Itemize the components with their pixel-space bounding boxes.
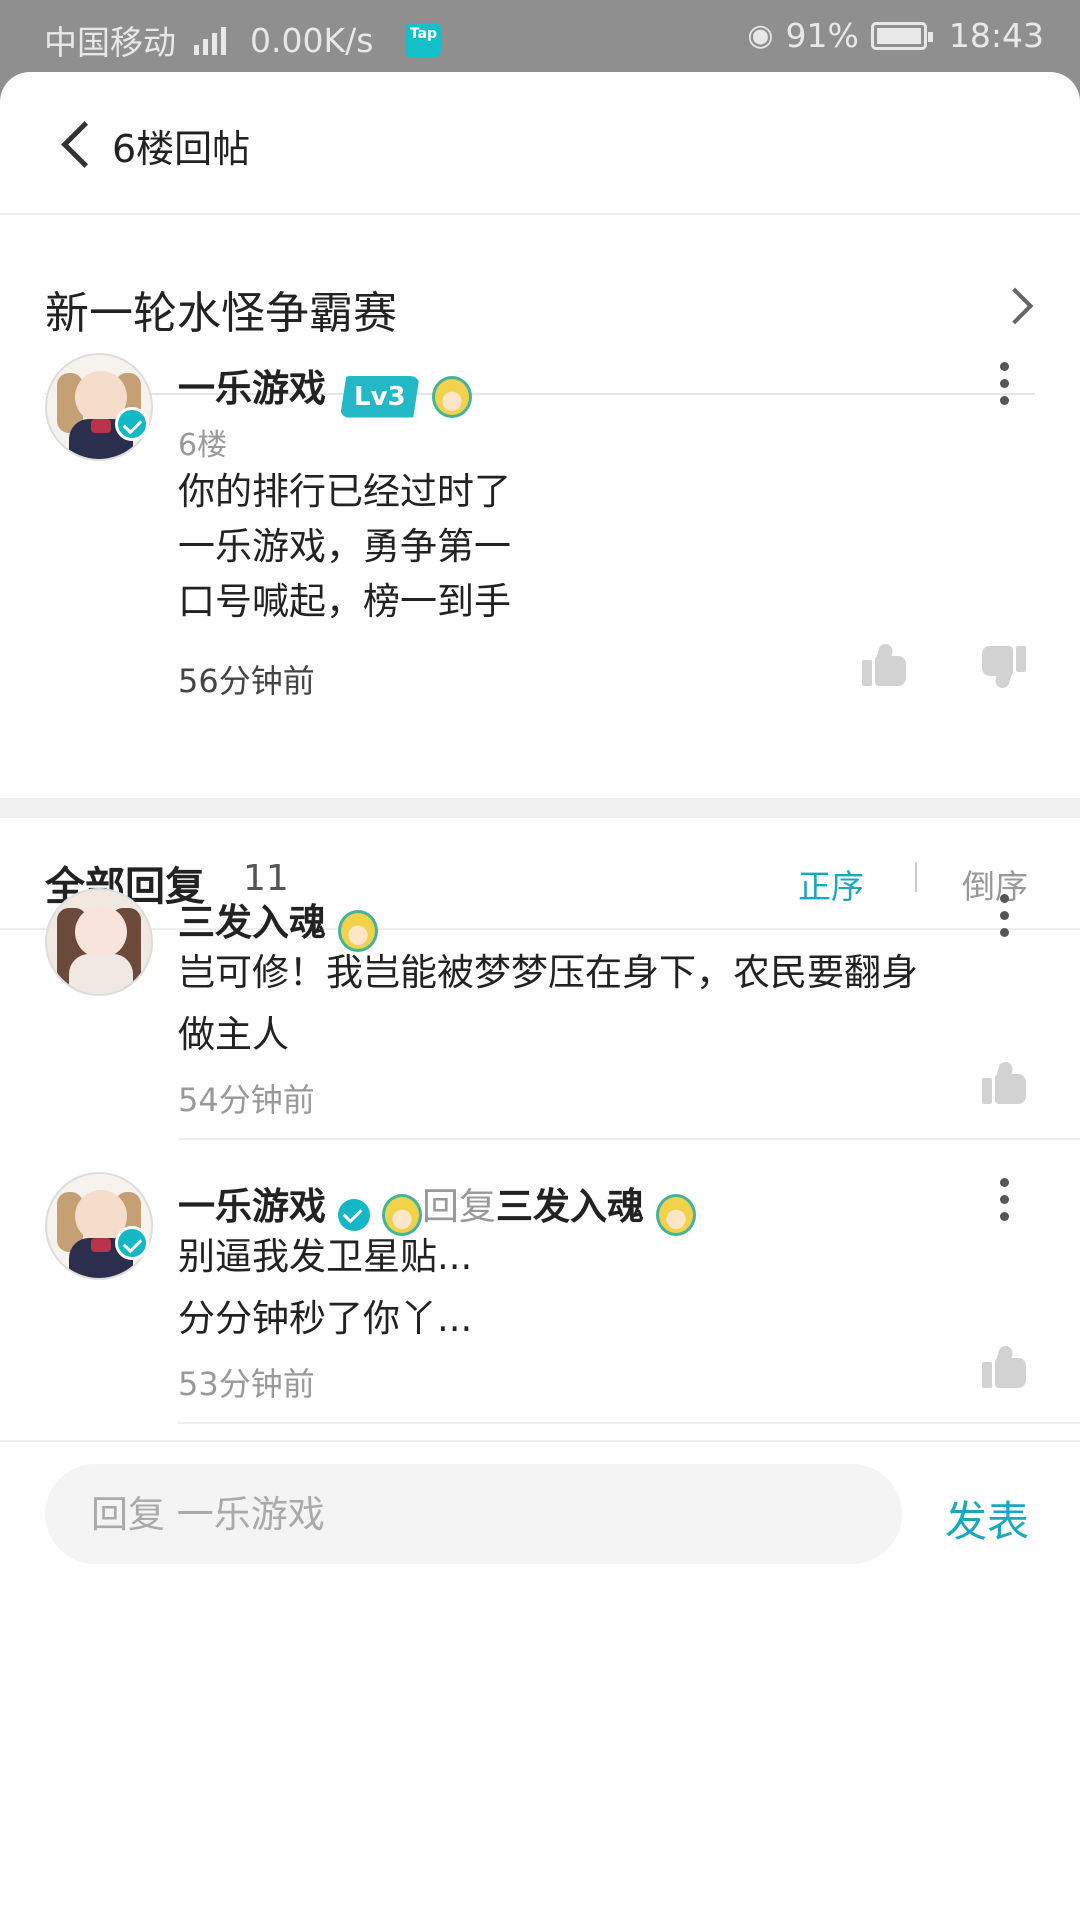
reply-time: 53分钟前: [178, 1365, 315, 1403]
sort-descending-button[interactable]: 倒序: [962, 860, 1028, 908]
post-line: 口号喊起，榜一到手: [178, 580, 511, 623]
floor-label: 6楼: [178, 428, 228, 463]
level-badge: Lv3: [340, 375, 420, 418]
reply-line: 做主人: [178, 1013, 289, 1056]
back-button[interactable]: [56, 118, 96, 170]
reply-composer: 发表: [0, 1440, 1080, 1920]
reply-sheet: 6楼回帖 新一轮水怪争霸赛 一乐游戏 Lv3 6楼 你的排行已经过时了 一乐游戏，…: [0, 72, 1080, 1920]
top-bar: 6楼回帖: [0, 72, 1080, 215]
avatar[interactable]: [45, 888, 153, 996]
thread-title: 新一轮水怪争霸赛: [45, 288, 397, 339]
verified-icon: [115, 1226, 149, 1260]
reply-username[interactable]: 一乐游戏: [178, 1185, 326, 1228]
more-options-button[interactable]: [1000, 894, 1010, 938]
reply-username[interactable]: 三发入魂: [178, 901, 326, 944]
reply-line: 分分钟秒了你丫...: [178, 1297, 473, 1340]
divider: [178, 1138, 1080, 1140]
chevron-right-icon: [1002, 285, 1028, 325]
eye-icon: ◉: [747, 18, 774, 53]
post-time: 56分钟前: [178, 662, 315, 700]
section-divider: [0, 798, 1080, 818]
battery-icon: [870, 21, 933, 50]
mascot-icon: [431, 375, 472, 418]
more-options-button[interactable]: [1000, 362, 1010, 406]
reply-target-username[interactable]: 三发入魂: [496, 1185, 644, 1228]
replies-header: 全部回复 11 正序 倒序: [0, 818, 1080, 930]
carrier-text: 中国移动: [44, 23, 176, 62]
battery-percent: 91%: [785, 16, 859, 55]
reply-input[interactable]: [45, 1464, 902, 1564]
verified-icon: [115, 407, 149, 441]
thumbs-up-icon[interactable]: [862, 642, 906, 686]
network-speed: 0.00K/s: [250, 20, 374, 60]
tap-app-icon: Tap: [405, 23, 442, 57]
clock: 18:43: [948, 16, 1044, 55]
thumbs-up-icon[interactable]: [982, 1344, 1026, 1388]
more-options-button[interactable]: [1000, 1178, 1010, 1222]
sort-separator: [915, 862, 917, 892]
status-bar: 中国移动 0.00K/s Tap ◉ 91% 18:43: [0, 0, 1080, 72]
thumbs-down-icon[interactable]: [982, 646, 1026, 690]
sort-ascending-button[interactable]: 正序: [798, 860, 864, 908]
submit-button[interactable]: 发表: [945, 1488, 1029, 1549]
post-line: 一乐游戏，勇争第一: [178, 525, 511, 568]
reply-line: 别逼我发卫星贴...: [178, 1235, 473, 1278]
reply-time: 54分钟前: [178, 1081, 315, 1119]
reply-line: 岂可修！我岂能被梦梦压在身下，农民要翻身: [178, 951, 918, 994]
thumbs-up-icon[interactable]: [982, 1060, 1026, 1104]
post-username[interactable]: 一乐游戏: [178, 367, 326, 410]
thread-link[interactable]: 新一轮水怪争霸赛: [0, 217, 1080, 395]
post-line: 你的排行已经过时了: [178, 470, 511, 513]
page-title: 6楼回帖: [112, 127, 251, 171]
signal-icon: [194, 25, 226, 55]
reply-to-label: 回复: [422, 1185, 496, 1228]
mascot-icon: [656, 1193, 696, 1236]
divider: [178, 1422, 1080, 1424]
